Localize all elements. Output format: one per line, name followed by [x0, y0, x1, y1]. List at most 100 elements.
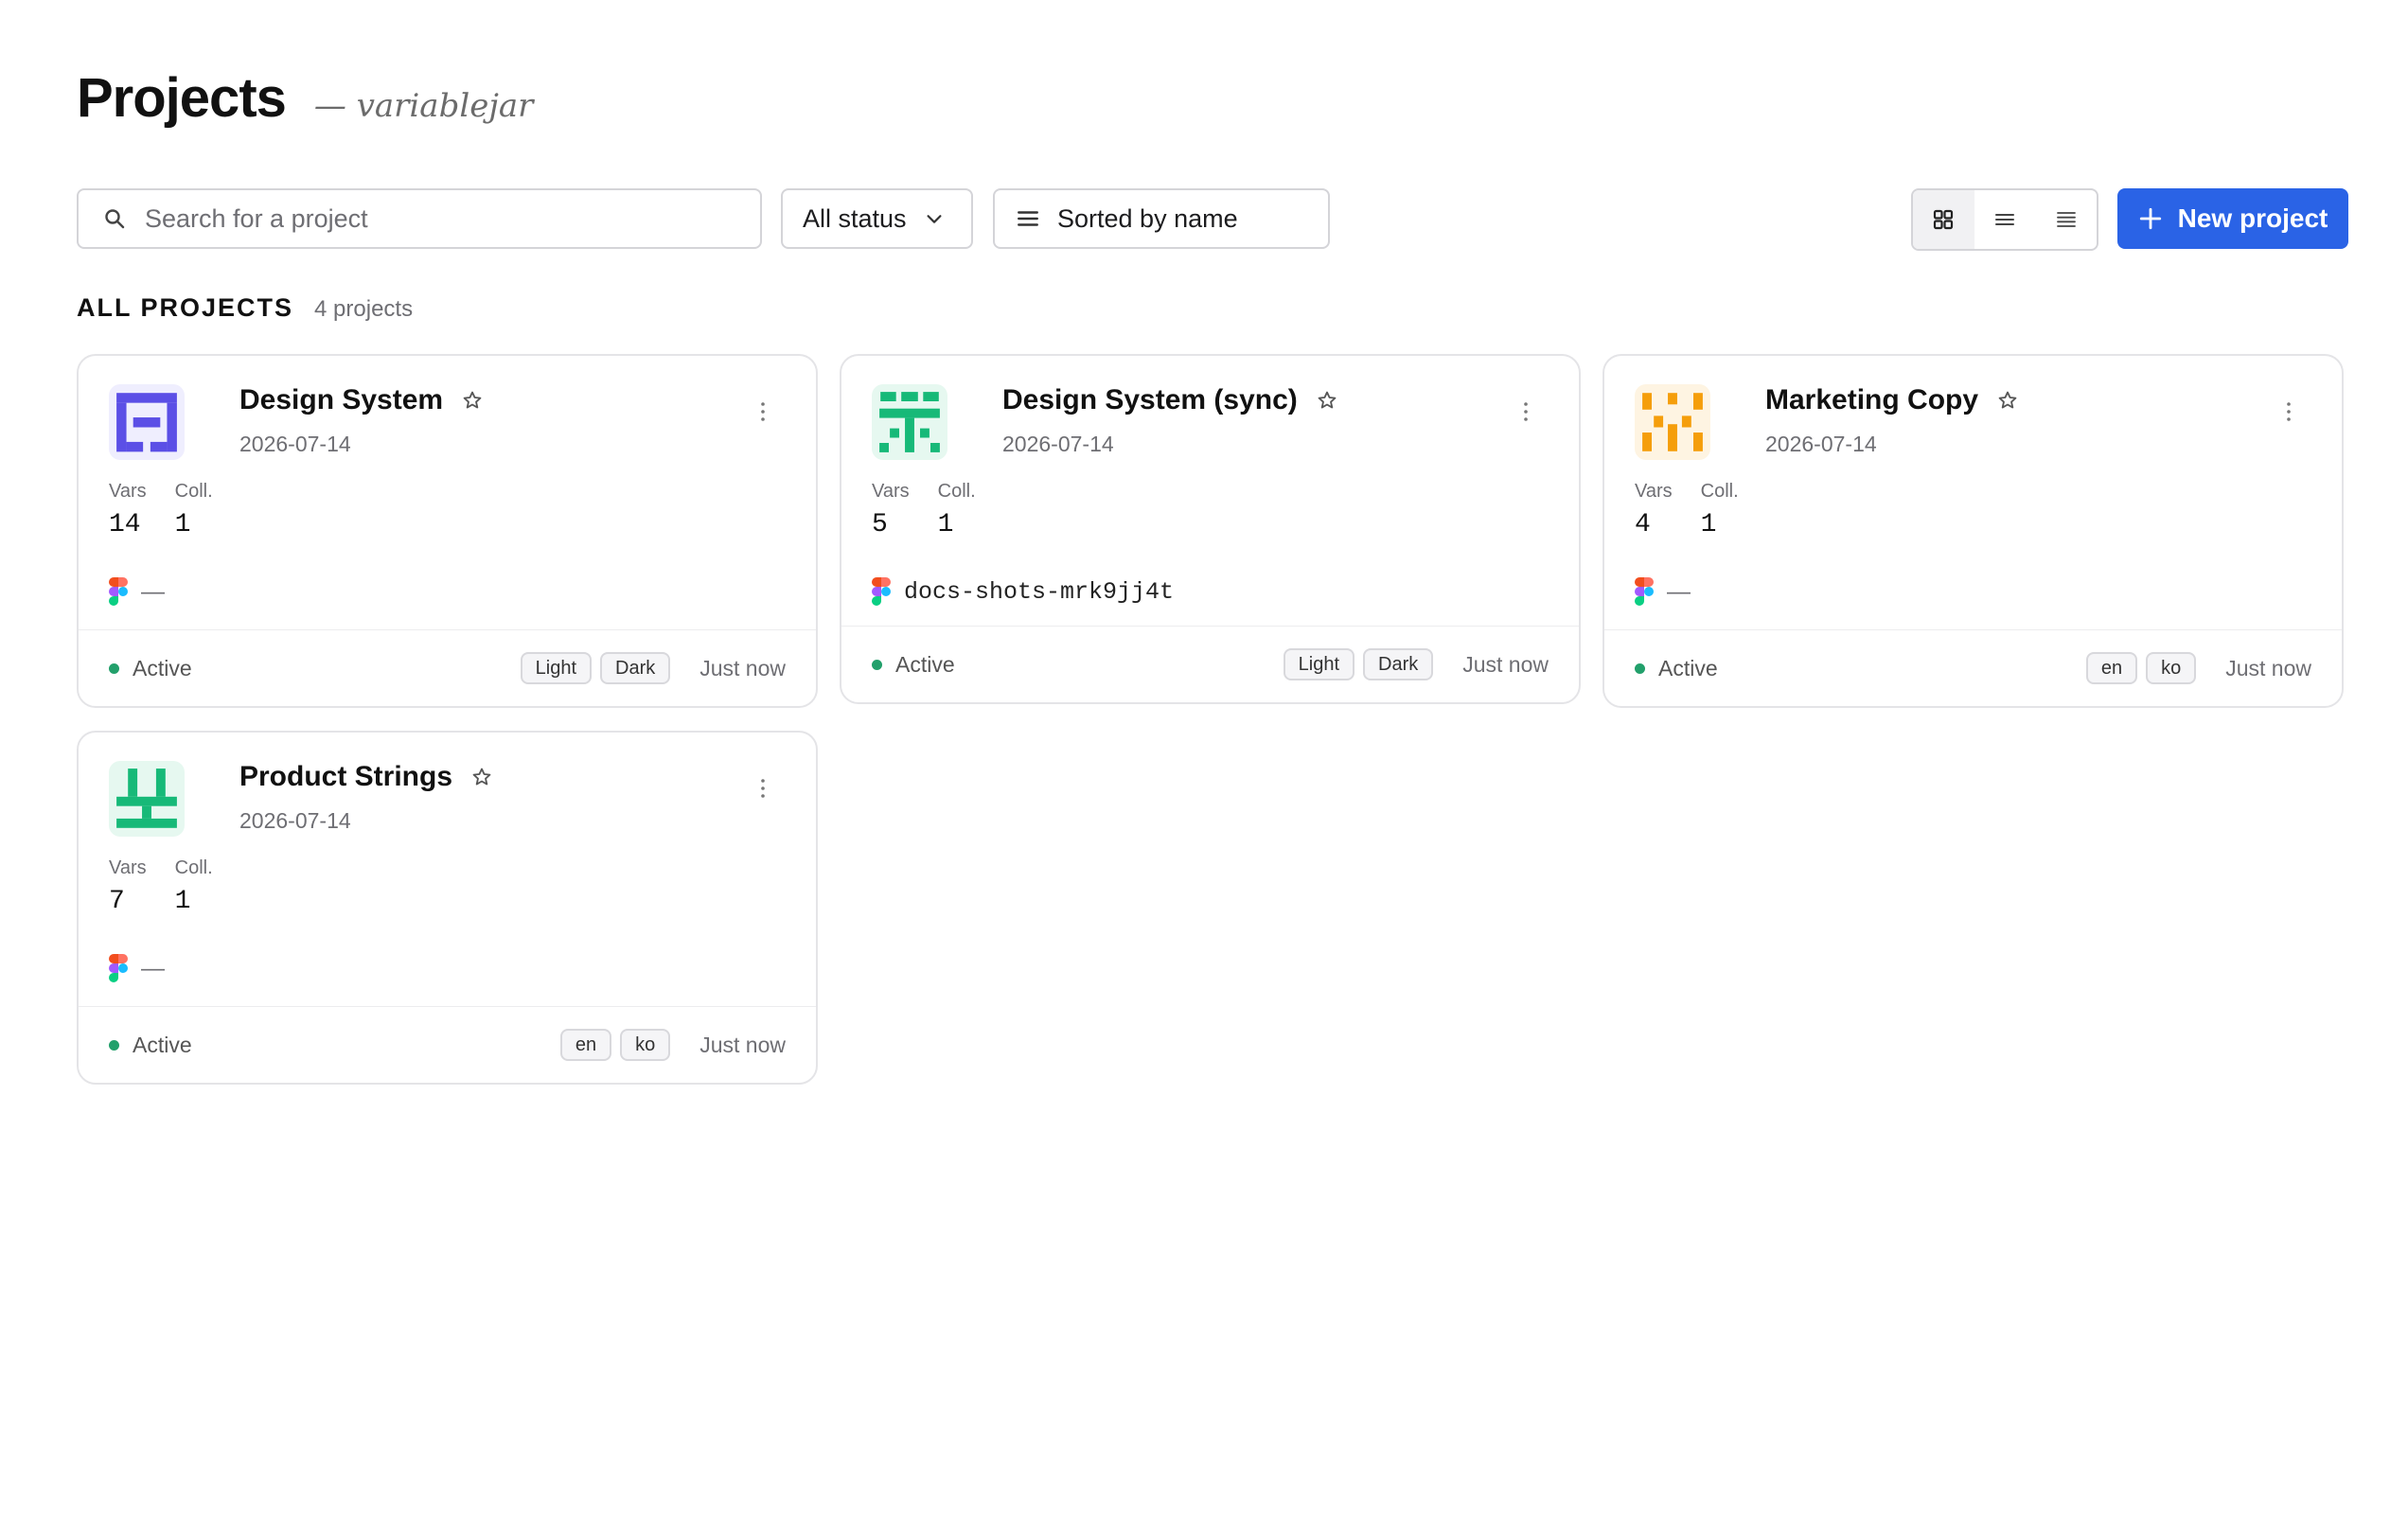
list-view-button[interactable]: [1974, 190, 2036, 249]
figma-icon: [109, 954, 128, 982]
project-name[interactable]: Product Strings: [239, 761, 452, 793]
figma-file: —: [1667, 577, 1691, 605]
more-vertical-icon: [1524, 402, 1528, 421]
card-title-line: Product Strings: [239, 761, 492, 793]
stat-label: Vars: [1635, 481, 1673, 502]
locale-chip: ko: [2146, 652, 2197, 684]
stat-label: Coll.: [174, 481, 213, 502]
stat-value: 1: [937, 510, 954, 539]
stat-label: Vars: [109, 481, 147, 502]
star-icon[interactable]: [1317, 390, 1337, 411]
status-dot: [109, 662, 119, 674]
grid-view-button[interactable]: [1913, 190, 1974, 249]
status-badge: Active: [1635, 656, 1718, 681]
stat-label: Vars: [109, 857, 147, 878]
project-count: 4 projects: [314, 296, 414, 322]
figma-icon: [109, 577, 128, 606]
list-view-icon: [1995, 214, 2014, 225]
toolbar: All status Sorted by name: [77, 188, 2348, 251]
updated-time: Just now: [699, 655, 786, 680]
card-header: Design System 2026-07-14: [109, 384, 786, 464]
compact-list-icon: [2056, 212, 2076, 227]
more-options-button[interactable]: [2279, 398, 2298, 426]
stat-vars: Vars 14: [109, 481, 147, 539]
sort-label: Sorted by name: [1057, 203, 1238, 233]
stat-coll: Coll. 1: [938, 481, 976, 539]
project-card-marketing-copy[interactable]: Marketing Copy 2026-07-14 Vars 4 Coll. 1: [1602, 354, 2344, 708]
card-header: Marketing Copy 2026-07-14: [1635, 384, 2311, 464]
figma-link: —: [109, 952, 165, 984]
project-date: 2026-07-14: [1765, 432, 1877, 456]
more-vertical-icon: [761, 779, 765, 798]
card-footer: Active Light Dark Just now: [109, 630, 786, 706]
stat-label: Coll.: [1700, 481, 1739, 502]
stat-coll: Coll. 1: [175, 481, 213, 539]
figma-link[interactable]: docs-shots-mrk9jj4t: [872, 575, 1174, 608]
updated-time: Just now: [2225, 655, 2311, 680]
figma-file: —: [141, 954, 165, 981]
stat-vars: Vars 5: [872, 481, 910, 539]
stat-value: 1: [1700, 510, 1717, 539]
sort-icon: [1018, 211, 1038, 226]
plus-icon: [2139, 207, 2161, 230]
sort-dropdown[interactable]: Sorted by name: [993, 188, 1330, 249]
project-name[interactable]: Marketing Copy: [1765, 384, 1978, 416]
card-meta: Light Dark Just now: [1283, 648, 1549, 680]
project-date: 2026-07-14: [239, 432, 351, 456]
project-logo-icon: [1635, 384, 1710, 460]
card-meta: en ko Just now: [2085, 652, 2311, 684]
locale-chip: ko: [620, 1029, 671, 1061]
stat-value: 1: [174, 510, 191, 539]
stat-label: Coll.: [174, 857, 213, 878]
stat-coll: Coll. 1: [1701, 481, 1739, 539]
status-label: Active: [133, 1032, 192, 1057]
project-stats: Vars 7 Coll. 1: [109, 857, 213, 916]
status-filter-dropdown[interactable]: All status: [781, 188, 973, 249]
stat-coll: Coll. 1: [175, 857, 213, 916]
project-stats: Vars 4 Coll. 1: [1635, 481, 1739, 539]
section-header: ALL PROJECTS 4 projects: [77, 293, 413, 323]
project-date: 2026-07-14: [239, 808, 351, 833]
status-dot: [109, 1039, 119, 1051]
compact-view-button[interactable]: [2035, 190, 2097, 249]
project-name[interactable]: Design System (sync): [1002, 384, 1298, 416]
section-title: ALL PROJECTS: [77, 293, 294, 322]
card-title-line: Design System: [239, 384, 483, 416]
new-project-button[interactable]: New project: [2117, 188, 2348, 249]
status-filter-label: All status: [803, 203, 907, 233]
more-vertical-icon: [2287, 402, 2291, 421]
search-box[interactable]: [77, 188, 762, 249]
figma-file: —: [141, 577, 165, 605]
stat-label: Vars: [872, 481, 910, 502]
card-header: Product Strings 2026-07-14: [109, 761, 786, 840]
more-options-button[interactable]: [753, 774, 772, 803]
card-footer: Active Light Dark Just now: [872, 627, 1549, 702]
stat-value: 1: [174, 887, 191, 916]
locale-chip: en: [2085, 652, 2138, 684]
star-icon[interactable]: [1997, 390, 2018, 411]
project-stats: Vars 5 Coll. 1: [872, 481, 976, 539]
project-logo-icon: [109, 384, 185, 460]
figma-file: docs-shots-mrk9jj4t: [904, 577, 1175, 606]
project-date: 2026-07-14: [1002, 432, 1114, 456]
grid-view-icon: [1934, 209, 1954, 230]
project-card-design-system-sync[interactable]: Design System (sync) 2026-07-14 Vars 5 C…: [840, 354, 1581, 704]
star-icon[interactable]: [471, 767, 492, 787]
more-options-button[interactable]: [753, 398, 772, 426]
search-input[interactable]: [145, 203, 713, 234]
project-card-product-strings[interactable]: Product Strings 2026-07-14 Vars 7 Coll. …: [77, 731, 818, 1085]
chevron-down-icon: [927, 215, 942, 223]
mode-chip: Light: [1283, 648, 1354, 680]
status-label: Active: [895, 651, 955, 677]
search-icon: [105, 209, 125, 229]
project-card-design-system[interactable]: Design System 2026-07-14 Vars 14 Coll. 1: [77, 354, 818, 708]
figma-link: —: [109, 575, 165, 608]
status-badge: Active: [872, 652, 955, 678]
updated-time: Just now: [699, 1032, 786, 1057]
project-name[interactable]: Design System: [239, 384, 443, 416]
more-options-button[interactable]: [1516, 398, 1535, 426]
project-logo-icon: [109, 761, 185, 837]
mode-chip: Dark: [600, 652, 671, 684]
card-title-line: Design System (sync): [1002, 384, 1337, 416]
star-icon[interactable]: [462, 390, 483, 411]
